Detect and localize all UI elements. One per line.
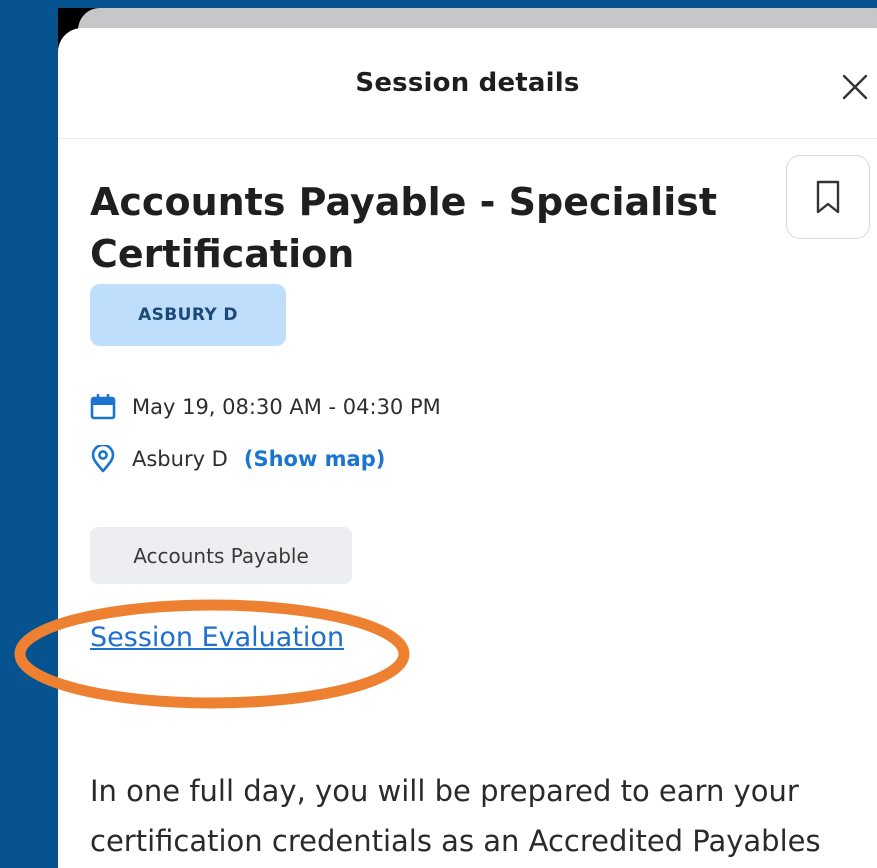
session-title: Accounts Payable - Specialist Certificat… [90,180,717,276]
room-badge: ASBURY D [90,284,286,346]
session-description: In one full day, you will be prepared to… [90,774,821,858]
location-pin-icon [90,444,120,474]
session-datetime-row: May 19, 08:30 AM - 04:30 PM [90,392,441,422]
close-icon [842,74,868,100]
close-button[interactable] [838,70,872,104]
bookmark-icon [816,180,840,214]
track-tag[interactable]: Accounts Payable [90,527,352,584]
session-location: Asbury D [132,447,228,471]
show-map-link[interactable]: (Show map) [244,447,386,471]
sheet-header: Session details [58,28,877,139]
calendar-icon [90,392,120,422]
session-datetime: May 19, 08:30 AM - 04:30 PM [132,395,441,419]
sheet-title: Session details [355,68,580,98]
session-location-row: Asbury D (Show map) [90,444,385,474]
session-evaluation-link[interactable]: Session Evaluation [90,622,344,653]
bookmark-button[interactable] [786,155,870,239]
session-details-sheet: Session details Accounts Payable - Speci… [58,28,877,868]
